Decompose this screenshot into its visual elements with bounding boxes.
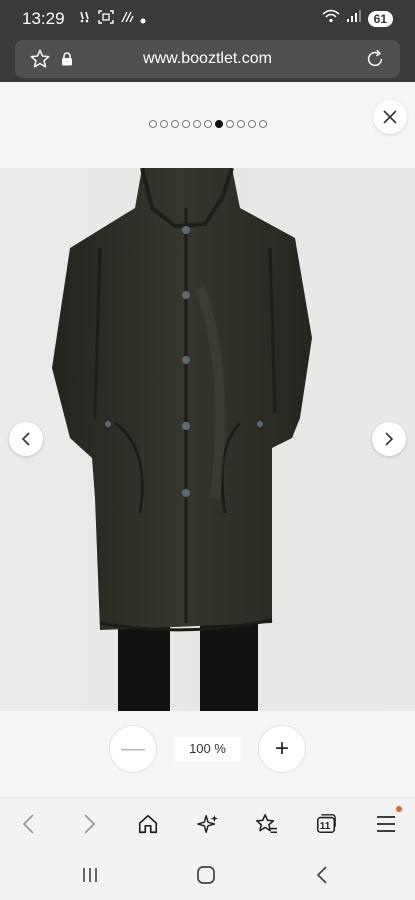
status-bar: 13:29 61	[0, 0, 415, 36]
browser-url-area: www.booztlet.com	[0, 36, 415, 82]
zoom-controls: — 100 % +	[0, 711, 415, 797]
pagination-dot[interactable]	[225, 120, 234, 128]
pagination-dot[interactable]	[247, 120, 256, 128]
bookmarks-icon	[256, 814, 277, 834]
tabs-button[interactable]: 11	[312, 810, 340, 838]
gallery-header	[0, 82, 415, 168]
zoom-in-button[interactable]: +	[258, 725, 306, 773]
zoom-level: 100 %	[174, 737, 241, 761]
pagination-dot[interactable]	[258, 120, 267, 128]
menu-button[interactable]	[372, 806, 402, 838]
forward-button[interactable]	[76, 810, 104, 838]
previous-image-button[interactable]	[9, 422, 43, 456]
pagination-dot-active[interactable]	[214, 120, 223, 128]
signal-icon	[346, 9, 362, 28]
bookmarks-button[interactable]	[252, 810, 280, 838]
dot-icon	[140, 11, 146, 29]
battery-icon: 61	[367, 10, 393, 27]
forward-icon	[84, 814, 96, 834]
home-system-button[interactable]	[194, 863, 218, 887]
home-icon	[138, 814, 158, 834]
url-text[interactable]: www.booztlet.com	[15, 50, 400, 68]
status-right-icons: 61	[322, 9, 393, 28]
sparkle-icon	[197, 814, 219, 833]
back-icon	[22, 814, 34, 834]
pagination-dot[interactable]	[236, 120, 245, 128]
status-time: 13:29	[22, 9, 65, 28]
voicemail-icon	[78, 10, 92, 29]
back-chevron-icon	[316, 866, 327, 884]
tab-count: 11	[319, 820, 331, 832]
close-icon	[383, 110, 397, 124]
pagination-dot[interactable]	[181, 120, 190, 128]
nfc-icon	[120, 10, 134, 29]
back-system-button[interactable]	[310, 863, 334, 887]
coat-image	[52, 168, 312, 711]
back-button[interactable]	[14, 810, 42, 838]
recent-apps-icon	[83, 868, 97, 882]
close-button[interactable]	[373, 100, 407, 134]
home-square-icon	[197, 866, 215, 884]
next-image-button[interactable]	[372, 422, 406, 456]
chevron-right-icon	[385, 432, 394, 446]
recent-apps-button[interactable]	[78, 863, 102, 887]
address-bar[interactable]: www.booztlet.com	[15, 40, 400, 78]
status-left-icons	[78, 10, 146, 29]
assistant-button[interactable]	[194, 810, 222, 838]
pagination-dot[interactable]	[203, 120, 212, 128]
home-button[interactable]	[134, 810, 162, 838]
chevron-left-icon	[21, 432, 30, 446]
product-image[interactable]	[0, 168, 415, 711]
pagination-dot[interactable]	[192, 120, 201, 128]
menu-icon	[377, 816, 395, 832]
gallery-pagination	[0, 120, 415, 128]
system-navigation-bar	[0, 849, 415, 900]
notification-dot	[396, 806, 402, 812]
pagination-dot[interactable]	[148, 120, 157, 128]
pagination-dot[interactable]	[170, 120, 179, 128]
pagination-dot[interactable]	[159, 120, 168, 128]
wifi-icon	[322, 9, 340, 28]
reload-icon[interactable]	[364, 48, 386, 75]
browser-toolbar: 11	[0, 797, 415, 849]
screenshot-icon	[98, 10, 114, 29]
zoom-out-button[interactable]: —	[109, 725, 157, 773]
